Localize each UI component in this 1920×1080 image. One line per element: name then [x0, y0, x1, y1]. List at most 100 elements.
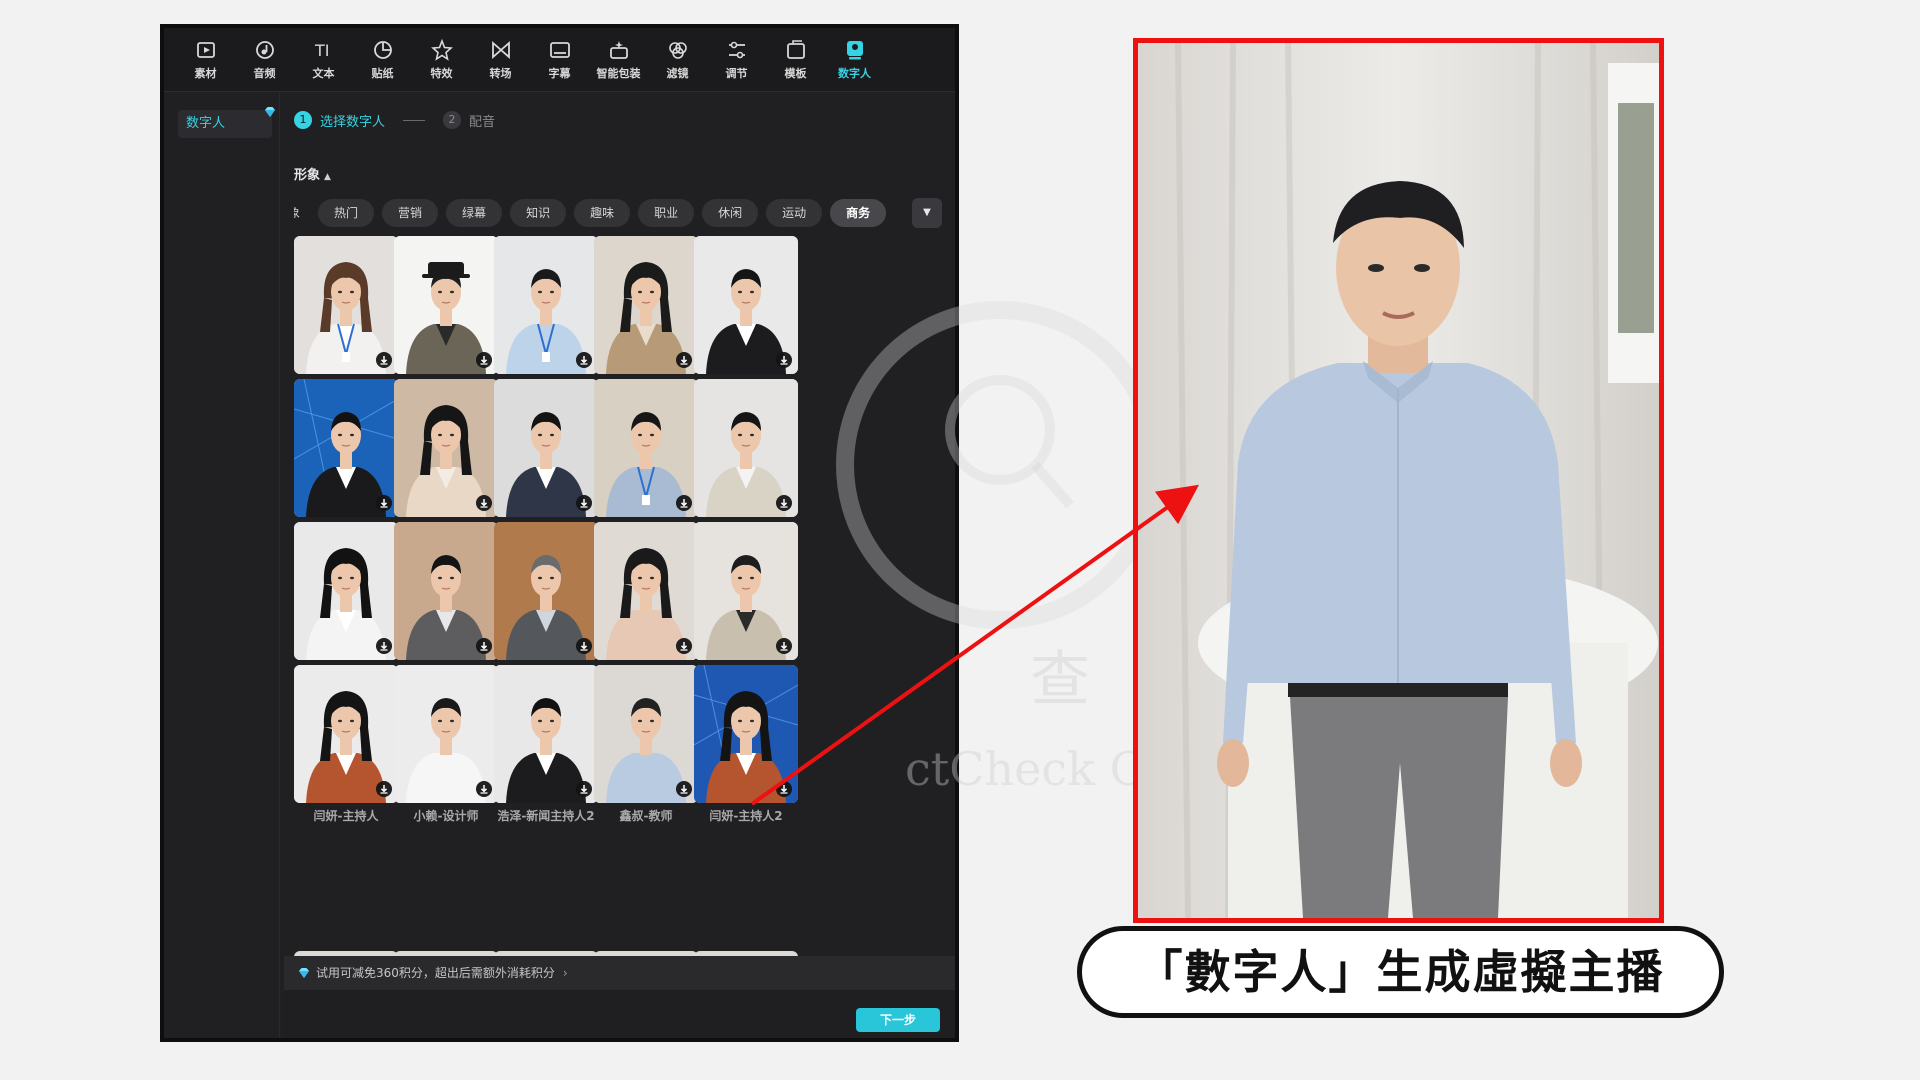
section-title[interactable]: 形象 ▲ — [294, 164, 331, 183]
download-icon[interactable] — [676, 495, 692, 511]
download-icon[interactable] — [476, 781, 492, 797]
avatar-card[interactable]: 小媛-主持人 — [594, 522, 698, 680]
editor-panel: 素材 音频 TI 文本 贴纸 特效 转场 字幕 智能包装 滤镜 调节 模板 数字人 数字人 1 选择数字… — [160, 24, 959, 1042]
download-icon[interactable] — [776, 352, 792, 368]
download-icon[interactable] — [476, 495, 492, 511]
avatar-thumbnail[interactable] — [494, 665, 598, 803]
avatar-thumbnail[interactable] — [594, 379, 698, 517]
avatar-card[interactable]: 姚杭-销售 — [494, 379, 598, 537]
trial-tip[interactable]: 试用可减免360积分，超出后需额外消耗积分 › — [284, 956, 955, 990]
avatar-thumbnail[interactable] — [394, 379, 498, 517]
chip-category[interactable]: 趣味 — [574, 199, 631, 227]
avatar-card[interactable]: 尤兹-跨境电商 — [694, 522, 798, 680]
toolbar-item-smart-pack[interactable]: 智能包装 — [589, 28, 648, 92]
download-icon[interactable] — [776, 781, 792, 797]
chip-category[interactable]: 商务 — [830, 199, 887, 227]
step-1-label[interactable]: 选择数字人 — [320, 111, 385, 130]
avatar-card[interactable]: 邓叔-商务 — [694, 236, 798, 394]
avatar-card[interactable]: 韩成-理工男 — [494, 236, 598, 394]
download-icon[interactable] — [776, 638, 792, 654]
download-icon[interactable] — [476, 352, 492, 368]
toolbar-item-transition[interactable]: 转场 — [471, 28, 530, 92]
toolbar-item-audio[interactable]: 音频 — [235, 28, 294, 92]
avatar-card[interactable]: 鑫叔-教师 — [594, 665, 698, 823]
avatar-thumbnail[interactable] — [594, 236, 698, 374]
toolbar-item-template[interactable]: 模板 — [766, 28, 825, 92]
step-2-label[interactable]: 配音 — [469, 111, 495, 130]
download-icon[interactable] — [376, 638, 392, 654]
toolbar-item-media[interactable]: 素材 — [176, 28, 235, 92]
chip-category[interactable]: 休闲 — [702, 199, 759, 227]
toolbar-item-label: 贴纸 — [371, 67, 394, 80]
download-icon[interactable] — [376, 352, 392, 368]
toolbar-item-adjust[interactable]: 调节 — [707, 28, 766, 92]
avatar-thumbnail[interactable] — [594, 522, 698, 660]
download-icon[interactable] — [376, 495, 392, 511]
chip-category[interactable]: 职业 — [638, 199, 695, 227]
avatar-card[interactable]: 安叔-教授 — [494, 522, 598, 680]
download-icon[interactable] — [676, 781, 692, 797]
chip-category[interactable]: 热门 — [318, 199, 375, 227]
chip-category[interactable]: 营销 — [382, 199, 439, 227]
avatar-thumbnail[interactable] — [394, 236, 498, 374]
avatar-grid: 赵晴-白领宋成-艺术家韩成-理工男易琳-财经邓叔-商务浩泽-新闻主持人闫妍-财经… — [294, 236, 914, 966]
avatar-thumbnail[interactable] — [294, 379, 398, 517]
avatar-thumbnail[interactable] — [494, 379, 598, 517]
avatar-card[interactable]: 浩泽-新闻主持人 — [294, 379, 398, 537]
next-step-button[interactable]: 下一步 — [856, 1008, 940, 1032]
download-icon[interactable] — [576, 638, 592, 654]
avatar-thumbnail[interactable] — [694, 522, 798, 660]
download-icon[interactable] — [776, 495, 792, 511]
toolbar-item-subtitle[interactable]: 字幕 — [530, 28, 589, 92]
download-icon[interactable] — [576, 352, 592, 368]
toolbar-item-digital-human[interactable]: 数字人 — [825, 28, 884, 92]
avatar-thumbnail[interactable] — [494, 236, 598, 374]
avatar-thumbnail[interactable] — [694, 665, 798, 803]
avatar-card[interactable]: 易琳-财经 — [594, 236, 698, 394]
avatar-card[interactable]: 李牧-职员 — [594, 379, 698, 537]
toolbar-item-text[interactable]: TI 文本 — [294, 28, 353, 92]
avatar-card[interactable]: 赵晴-白领 — [294, 236, 398, 394]
chip-category[interactable]: 绿幕 — [446, 199, 503, 227]
avatar-card[interactable]: 浩泽-高端销售 — [394, 522, 498, 680]
avatar-thumbnail[interactable] — [594, 665, 698, 803]
avatar-thumbnail[interactable] — [294, 236, 398, 374]
avatar-card[interactable]: 小铭-柜员 — [694, 379, 798, 537]
download-icon[interactable] — [676, 352, 692, 368]
toolbar-item-effects[interactable]: 特效 — [412, 28, 471, 92]
avatar-card[interactable]: 闫妍-主持人2 — [694, 665, 798, 823]
watermark-text-1: 查 — [1030, 645, 1090, 715]
chip-category[interactable]: 象 — [294, 199, 310, 227]
download-icon[interactable] — [576, 781, 592, 797]
avatar-thumbnail[interactable] — [494, 522, 598, 660]
chip-category[interactable]: 知识 — [510, 199, 567, 227]
transition-icon — [491, 41, 510, 59]
template-icon — [786, 40, 805, 59]
toolbar-item-sticker[interactable]: 贴纸 — [353, 28, 412, 92]
toolbar-item-filter[interactable]: 滤镜 — [648, 28, 707, 92]
toolbar: 素材 音频 TI 文本 贴纸 特效 转场 字幕 智能包装 滤镜 调节 模板 数字人 — [164, 28, 955, 92]
avatar-card[interactable]: 十七-秘书 — [294, 522, 398, 680]
avatar-card[interactable]: 浩泽-新闻主持人2 — [494, 665, 598, 823]
avatar-thumbnail[interactable] — [394, 522, 498, 660]
avatar-thumbnail[interactable] — [394, 665, 498, 803]
chip-category[interactable]: 运动 — [766, 199, 823, 227]
digital-human-icon — [846, 41, 863, 60]
avatar-card[interactable]: 闫妍-主持人 — [294, 665, 398, 823]
download-icon[interactable] — [476, 638, 492, 654]
download-icon[interactable] — [576, 495, 592, 511]
avatar-card[interactable]: 闫妍-财经解说 — [394, 379, 498, 537]
sidebar-item-digital-human[interactable]: 数字人 — [178, 107, 275, 138]
chevron-right-icon: › — [562, 966, 568, 980]
avatar-card[interactable]: 小赖-设计师 — [394, 665, 498, 823]
avatar-thumbnail[interactable] — [694, 236, 798, 374]
avatar-thumbnail[interactable] — [294, 665, 398, 803]
download-icon[interactable] — [376, 781, 392, 797]
avatar-thumbnail[interactable] — [694, 379, 798, 517]
download-icon[interactable] — [676, 638, 692, 654]
chevron-down-icon[interactable]: ▼ — [912, 198, 942, 228]
toolbar-item-label: 调节 — [725, 67, 748, 80]
adjust-icon — [728, 41, 745, 59]
avatar-card[interactable]: 宋成-艺术家 — [394, 236, 498, 394]
avatar-thumbnail[interactable] — [294, 522, 398, 660]
